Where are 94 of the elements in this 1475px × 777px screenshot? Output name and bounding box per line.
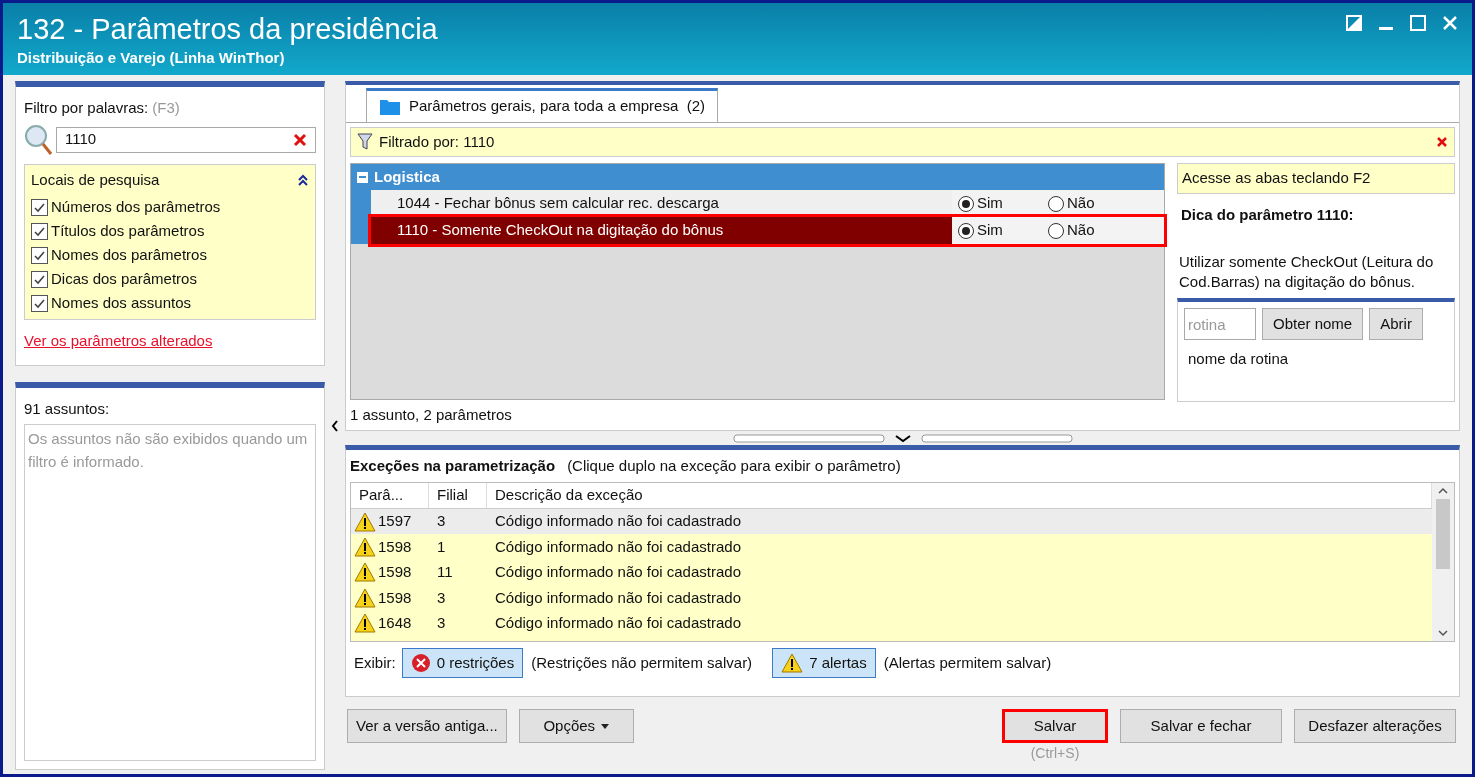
checkbox-label: Nomes dos parâmetros [51, 244, 207, 265]
radio-button[interactable] [958, 222, 974, 239]
table-cell-text: 1597 [378, 511, 412, 532]
exceptions-title: Exceções na parametrização [350, 455, 556, 476]
summary-text: 1 assunto, 2 parâmetros [350, 404, 513, 425]
checkbox-label: Títulos dos parâmetros [51, 220, 205, 241]
checkbox-label: Nomes dos assuntos [51, 292, 192, 313]
exception-row[interactable]: 1598 3 Código informado não foi cadastrado [351, 585, 1432, 611]
exception-row[interactable]: 1648 3 Código informado não foi cadastrado [351, 610, 1432, 636]
column-header[interactable]: Filial [429, 483, 487, 508]
table-cell-text: 1598 [378, 587, 412, 608]
clear-icon[interactable] [293, 132, 307, 147]
table-cell-text: Código informado não foi cadastrado [494, 613, 742, 633]
filter-note: (Alertas permitem salvar) [883, 652, 1052, 673]
filter-toggle[interactable]: 0 restrições [401, 648, 524, 678]
footer-button[interactable]: Salvar [1002, 709, 1108, 743]
warning-icon [354, 511, 376, 532]
filter-status: Filtrado por: 1110 [379, 131, 495, 152]
column-header[interactable]: Parâ... [351, 483, 429, 508]
search-icon [24, 123, 54, 156]
radio-label: Não [1067, 220, 1095, 241]
group-header[interactable]: Logistica [351, 164, 1164, 190]
exception-row[interactable]: 1598 1 Código informado não foi cadastrado [351, 534, 1432, 560]
table-cell-text: 11 [436, 562, 454, 583]
exceptions-hint: (Clique duplo na exceção para exibir o parâmetro) [567, 455, 901, 476]
window-subtitle: Distribuição e Varejo (Linha WinThor) [17, 48, 286, 68]
tab[interactable]: Parâmetros gerais, para toda a empresa (2) [366, 88, 718, 122]
checkbox[interactable] [31, 222, 48, 240]
warning-icon [354, 613, 376, 634]
checkbox[interactable] [31, 246, 48, 264]
table-cell-text: Código informado não foi cadastrado [494, 587, 742, 608]
exception-row[interactable]: 1597 3 Código informado não foi cadastrado [351, 509, 1432, 535]
section-title: Locais de pesquisa [31, 169, 160, 190]
shortcut-hint: (F3) [152, 98, 180, 118]
footer-button[interactable]: Ver a versão antiga... [347, 709, 507, 743]
table-cell-text: Código informado não foi cadastrado [494, 536, 742, 557]
checkbox[interactable] [31, 270, 48, 288]
subjects-count: 91 assuntos: [24, 398, 111, 419]
exception-row[interactable]: 1598 11 Código informado não foi cadastrado [351, 559, 1432, 586]
checkbox-label: Números dos parâmetros [51, 196, 221, 217]
hint-title: Dica do parâmetro 1110: [1180, 204, 1355, 225]
display-label: Exibir: [354, 652, 396, 673]
table-cell-text: 3 [436, 587, 447, 608]
radio-label: Sim [977, 220, 1003, 241]
scroll-down-icon[interactable] [1438, 629, 1448, 637]
radio-button[interactable] [1048, 195, 1064, 212]
routine-button[interactable]: Abrir [1369, 308, 1423, 340]
radio-label: Sim [977, 193, 1003, 214]
notice-bar: Acesse as abas teclando F2 [1177, 163, 1455, 194]
error-icon [410, 653, 431, 673]
filter-toggle[interactable]: 7 alertas [772, 648, 876, 678]
table-cell-text: Código informado não foi cadastrado [494, 562, 742, 583]
warning-icon [781, 653, 804, 673]
maximize-icon[interactable] [1410, 15, 1426, 31]
table-cell-text: 1598 [378, 536, 412, 557]
warning-icon [354, 537, 376, 558]
window-title: 132 - Parâmetros da presidência [17, 12, 438, 47]
warning-icon [354, 587, 376, 608]
hint-text: Utilizar somente CheckOut (Leitura do Cod.Barras) na digitação do bônus. [1178, 252, 1435, 292]
routine-name: nome da rotina [1187, 349, 1290, 369]
param-row[interactable]: 1110 - Somente CheckOut na digitação do bônus Sim Não [371, 217, 1164, 244]
funnel-icon [357, 133, 373, 151]
filter-field[interactable]: 1110 [56, 126, 316, 153]
scrollbar[interactable] [1432, 483, 1454, 641]
table-cell-text: 1 [436, 536, 447, 557]
table-cell-text: 1648 [378, 613, 412, 633]
radio-button[interactable] [958, 195, 974, 212]
footer-button[interactable]: Salvar e fechar [1120, 709, 1282, 743]
checkbox[interactable] [31, 294, 48, 312]
filter-note: (Restrições não permitem salvar) [531, 652, 753, 673]
warning-icon [354, 562, 376, 583]
splitter-handle-icon[interactable] [732, 433, 1073, 443]
footer-button[interactable]: Opções [518, 709, 634, 743]
table-cell-text: 3 [436, 511, 447, 532]
changed-params-link[interactable]: Ver os parâmetros alterados [24, 330, 316, 353]
table-cell-text: Código informado não foi cadastrado [494, 511, 742, 532]
scroll-up-icon[interactable] [1438, 487, 1448, 495]
routine-button[interactable]: Obter nome [1262, 308, 1364, 340]
table-cell-text: 3 [436, 613, 447, 633]
restore-icon[interactable] [1346, 15, 1362, 31]
checkbox[interactable] [31, 198, 48, 216]
collapse-icon[interactable] [297, 173, 309, 186]
shortcut-hint: (Ctrl+S) [1030, 744, 1080, 763]
routine-field[interactable]: rotina [1184, 308, 1256, 340]
folder-icon [379, 97, 401, 116]
footer-button[interactable]: Desfazer alterações [1294, 709, 1456, 743]
filter-label: Filtro por palavras: [24, 98, 149, 118]
radio-button[interactable] [1048, 222, 1064, 239]
checkbox-label: Dicas dos parâmetros [51, 268, 197, 289]
table-cell-text: 1598 [378, 562, 412, 583]
radio-label: Não [1067, 193, 1095, 214]
tree-indent-bar [351, 190, 371, 244]
close-icon[interactable] [1436, 136, 1448, 148]
empty-message: Os assuntos não são exibidos quando um filtro é informado. [28, 430, 308, 470]
